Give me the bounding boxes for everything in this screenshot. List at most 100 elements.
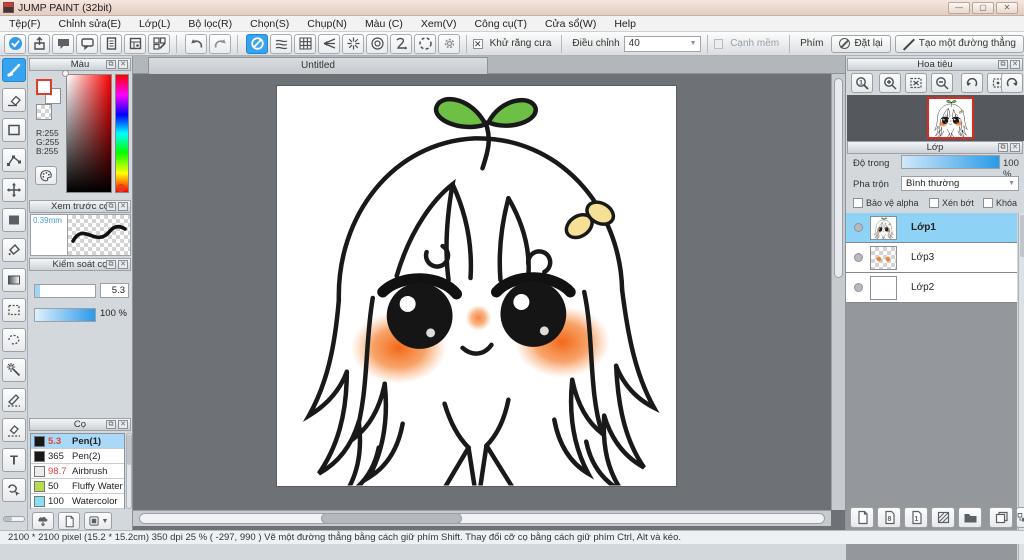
new-folder-button[interactable] <box>958 507 982 528</box>
layer-row-lop2[interactable]: Lớp2 <box>846 273 1017 303</box>
close-icon[interactable]: ✕ <box>118 420 128 429</box>
clipping-checkbox[interactable]: Xén bớt <box>929 198 974 208</box>
menu-help[interactable]: Help <box>605 18 645 30</box>
shape-brush-tool[interactable] <box>2 118 26 142</box>
brush-row-pen1[interactable]: 5.3 Pen(1) <box>31 434 124 449</box>
bucket-tool[interactable] <box>2 238 26 262</box>
close-icon[interactable]: ✕ <box>1010 143 1020 152</box>
canvas-viewport[interactable] <box>133 74 831 510</box>
gradient-tool[interactable] <box>2 268 26 292</box>
snap-curve-button[interactable] <box>390 33 412 54</box>
shape-select-tool[interactable] <box>2 478 26 502</box>
brush-download-button[interactable] <box>32 512 54 530</box>
layer-opacity-slider[interactable] <box>901 155 1000 169</box>
close-icon[interactable]: ✕ <box>118 202 128 211</box>
close-icon[interactable]: ✕ <box>118 260 128 269</box>
select-pen-tool[interactable] <box>2 388 26 412</box>
document-button[interactable] <box>100 33 122 54</box>
navigator-preview-area[interactable] <box>847 95 1024 141</box>
rotate-right-button[interactable] <box>1001 73 1023 93</box>
brush-row-fluffy-water[interactable]: 50 Fluffy Water <box>31 479 124 494</box>
duplicate-layer-button[interactable] <box>989 507 1013 528</box>
blend-mode-dropdown[interactable]: Bình thường ▼ <box>901 176 1019 191</box>
menu-filter[interactable]: Bộ lọc(R) <box>179 18 241 30</box>
menu-view[interactable]: Xem(V) <box>412 18 466 30</box>
select-eraser-tool[interactable] <box>2 418 26 442</box>
rotate-left-button[interactable] <box>961 73 983 93</box>
text-tool[interactable]: T <box>2 448 26 472</box>
new-1bit-layer-button[interactable]: 1 <box>904 507 928 528</box>
menu-snap[interactable]: Chụp(N) <box>298 18 356 30</box>
snap-vanishing-button[interactable] <box>318 33 340 54</box>
layer-row-lop1[interactable]: Lớp1 <box>846 213 1017 243</box>
snap-parallel-button[interactable] <box>270 33 292 54</box>
close-icon[interactable]: ✕ <box>118 60 128 69</box>
storyboard-button[interactable] <box>124 33 146 54</box>
merge-layer-button[interactable] <box>1016 507 1024 528</box>
antialias-checkbox[interactable]: ✕ <box>473 38 483 49</box>
minimize-button[interactable]: — <box>948 2 970 14</box>
brush-size-slider[interactable] <box>34 284 96 298</box>
brush-row-pen2[interactable]: 365 Pen(2) <box>31 449 124 464</box>
snap-radial-button[interactable] <box>342 33 364 54</box>
saturation-value-picker[interactable] <box>66 74 112 193</box>
brush-size-field[interactable]: 5.3 <box>100 283 129 298</box>
snap-grid-button[interactable] <box>294 33 316 54</box>
transparent-color-swatch[interactable] <box>36 104 52 120</box>
lasso-tool[interactable] <box>2 328 26 352</box>
horizontal-scrollbar[interactable] <box>133 510 831 526</box>
drawing-canvas[interactable] <box>277 86 676 486</box>
menu-layer[interactable]: Lớp(L) <box>130 18 179 30</box>
polyline-tool[interactable] <box>2 148 26 172</box>
brush-row-watercolor[interactable]: 100 Watercolor <box>31 494 124 509</box>
protect-alpha-checkbox[interactable]: Bảo vệ alpha <box>853 198 919 208</box>
chat-button[interactable] <box>76 33 98 54</box>
zoom-in-button[interactable] <box>879 73 901 93</box>
new-8bit-layer-button[interactable]: 8 <box>877 507 901 528</box>
popout-icon[interactable]: ⧉ <box>998 60 1008 69</box>
new-halftone-layer-button[interactable] <box>931 507 955 528</box>
menu-select[interactable]: Chọn(S) <box>241 18 298 30</box>
panel-material-button[interactable] <box>148 33 170 54</box>
navigator-view-frame[interactable] <box>927 97 974 139</box>
maximize-button[interactable]: ▢ <box>972 2 994 14</box>
snap-settings-button[interactable] <box>438 33 460 54</box>
publish-button[interactable] <box>28 33 50 54</box>
redo-button[interactable] <box>209 33 231 54</box>
cloud-save-button[interactable] <box>4 33 26 54</box>
brush-tool[interactable] <box>2 58 26 82</box>
zoom-actual-button[interactable]: 1 <box>851 73 873 93</box>
popout-icon[interactable]: ⧉ <box>998 143 1008 152</box>
move-tool[interactable] <box>2 178 26 202</box>
popout-icon[interactable]: ⧉ <box>106 202 116 211</box>
menu-window[interactable]: Cửa sổ(W) <box>536 18 605 30</box>
close-button[interactable]: ✕ <box>996 2 1018 14</box>
snap-ellipse-button[interactable] <box>414 33 436 54</box>
vertical-scrollbar[interactable] <box>831 74 845 510</box>
hue-bar[interactable] <box>115 74 129 193</box>
visibility-toggle-icon[interactable] <box>854 223 863 232</box>
menu-color[interactable]: Màu (C) <box>356 18 412 30</box>
visibility-toggle-icon[interactable] <box>854 253 863 262</box>
soft-edge-checkbox[interactable] <box>713 38 724 49</box>
magic-wand-tool[interactable] <box>2 358 26 382</box>
brush-list-scrollbar[interactable] <box>126 433 132 509</box>
eraser-tool[interactable] <box>2 88 26 112</box>
document-tab[interactable]: Untitled <box>148 57 488 74</box>
brush-row-airbrush[interactable]: 98.7 Airbrush <box>31 464 124 479</box>
add-brush-button[interactable] <box>58 512 80 530</box>
zoom-out-button[interactable] <box>931 73 953 93</box>
close-icon[interactable]: ✕ <box>1010 60 1020 69</box>
undo-button[interactable] <box>185 33 207 54</box>
lock-checkbox[interactable]: Khóa <box>983 198 1017 208</box>
foreground-color-swatch[interactable] <box>36 79 52 95</box>
visibility-toggle-icon[interactable] <box>854 283 863 292</box>
menu-tools[interactable]: Công cụ(T) <box>465 18 536 30</box>
tool-size-slider[interactable] <box>3 516 25 522</box>
snap-concentric-button[interactable] <box>366 33 388 54</box>
popout-icon[interactable]: ⧉ <box>106 60 116 69</box>
menu-file[interactable]: Tệp(F) <box>0 18 50 30</box>
straight-line-button[interactable]: Tạo một đường thẳng <box>894 34 1024 53</box>
popout-icon[interactable]: ⧉ <box>106 260 116 269</box>
brush-menu-button[interactable]: ▼ <box>84 512 112 530</box>
